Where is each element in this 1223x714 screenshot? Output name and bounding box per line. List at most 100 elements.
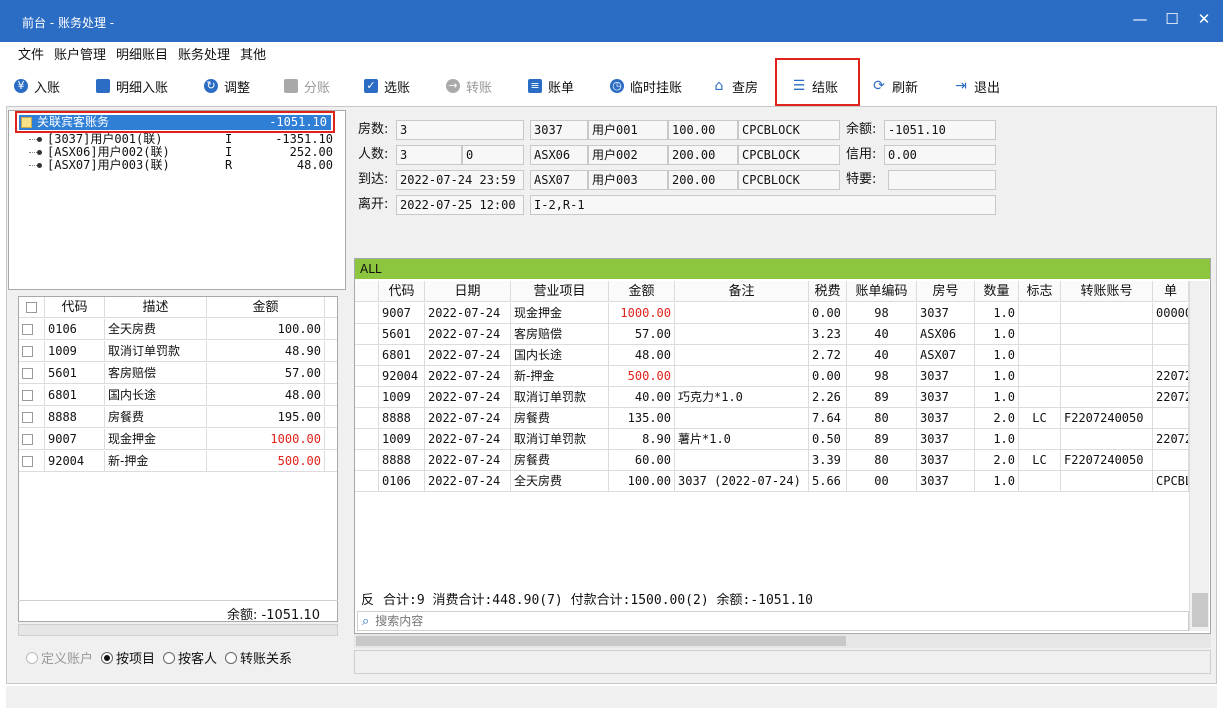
grid-summary: 反 合计:9 消费合计:448.90(7) 付款合计:1500.00(2) 余额… bbox=[355, 591, 1189, 611]
table-row[interactable]: 8888 房餐费 195.00 bbox=[19, 407, 337, 428]
table-header: 代码 描述 金额 bbox=[19, 297, 337, 318]
left-balance: 余额: -1051.10 bbox=[18, 600, 338, 623]
checkout-button[interactable]: ☰ 结账 bbox=[792, 72, 838, 100]
table-row[interactable]: 9007 2022-07-24 现金押金 1000.00 0.00 98 3037 1.0 00… bbox=[355, 303, 1195, 324]
radio-transfer-relation[interactable]: 转账关系 bbox=[225, 648, 292, 667]
right-bottom-panel bbox=[354, 650, 1211, 674]
filter-bar[interactable]: ALL bbox=[355, 259, 1210, 279]
rooms-field: 3 bbox=[396, 120, 524, 140]
table-row[interactable]: 0106 2022-07-24 全天房费 100.00 3037 (2022-07-24… bbox=[355, 471, 1195, 492]
tree-node-asx06[interactable]: [ASX06]用户002(联) I 252.00 bbox=[29, 146, 339, 158]
window-title: 前台 - 账务处理 - bbox=[22, 16, 115, 30]
search-input[interactable] bbox=[373, 613, 1074, 629]
credit-field: 0.00 bbox=[884, 145, 996, 165]
exit-icon: ⇥ bbox=[955, 78, 967, 94]
table-row[interactable]: 1009 取消订单罚款 48.90 bbox=[19, 341, 337, 362]
split-button[interactable]: 分账 bbox=[284, 72, 330, 100]
menu-bar: 文件 账户管理 明细账目 账务处理 其他 bbox=[0, 42, 1223, 64]
status-note: I-2,R-1 bbox=[530, 195, 996, 215]
people-extra-field: 0 bbox=[462, 145, 524, 165]
clock-icon: ◷ bbox=[610, 79, 624, 93]
group-by-radios: 定义账户 按项目 按客人 转账关系 bbox=[26, 648, 292, 667]
table-row[interactable]: 5601 客房赔偿 57.00 bbox=[19, 363, 337, 384]
refresh-icon: ⟳ bbox=[873, 78, 885, 94]
row-checkbox[interactable] bbox=[22, 390, 33, 401]
grid-horizontal-scrollbar[interactable] bbox=[354, 634, 1211, 648]
tree-root-linked-accounts[interactable]: 关联宾客账务 -1051.10 bbox=[19, 115, 331, 130]
bullet-icon bbox=[37, 163, 42, 168]
transfer-button[interactable]: → 转账 bbox=[446, 72, 492, 100]
table-row[interactable]: 8888 2022-07-24 房餐费 135.00 7.64 80 3037 2.0 LC F2… bbox=[355, 408, 1195, 429]
depart-field: 2022-07-25 12:00 bbox=[396, 195, 524, 215]
row-checkbox[interactable] bbox=[22, 434, 33, 445]
menu-account[interactable]: 账户管理 bbox=[54, 42, 116, 64]
split-icon bbox=[284, 79, 298, 93]
select-button[interactable]: ✓ 选账 bbox=[364, 72, 410, 100]
transactions-grid: ALL 代码 日期 营业项目 金额 备注 税费 账单编码 房号 数量 标志 转账… bbox=[354, 258, 1211, 634]
table-row[interactable]: 9007 现金押金 1000.00 bbox=[19, 429, 337, 450]
table-row[interactable]: 5601 2022-07-24 客房赔偿 57.00 3.23 40 ASX06 1.0 bbox=[355, 324, 1195, 345]
bullet-icon bbox=[37, 150, 42, 155]
table-row[interactable]: 0106 全天房费 100.00 bbox=[19, 319, 337, 340]
select-all-checkbox[interactable] bbox=[26, 302, 37, 313]
scroll-thumb[interactable] bbox=[356, 636, 846, 646]
post-button[interactable]: ¥ 入账 bbox=[14, 72, 60, 100]
table-row[interactable]: 1009 2022-07-24 取消订单罚款 40.00 巧克力*1.0 2.26 89 30… bbox=[355, 387, 1195, 408]
arrow-right-icon: → bbox=[446, 79, 460, 93]
close-button[interactable]: ✕ bbox=[1195, 10, 1213, 28]
account-info-panel: 房数: 3 人数: 3 0 到达: 2022-07-24 23:59 离开: 2… bbox=[352, 110, 1212, 250]
detail-post-button[interactable]: 明细入账 bbox=[96, 72, 168, 100]
status-bar bbox=[6, 686, 1217, 708]
menu-file[interactable]: 文件 bbox=[18, 42, 54, 64]
tree-node-3037[interactable]: [3037]用户001(联) I -1351.10 bbox=[29, 133, 339, 145]
check-list-icon: ✓ bbox=[364, 79, 378, 93]
table-row[interactable]: 6801 国内长途 48.00 bbox=[19, 385, 337, 406]
search-icon: ⌕ bbox=[362, 613, 370, 629]
guest-account-tree[interactable]: 关联宾客账务 -1051.10 [3037]用户001(联) I -1351.1… bbox=[8, 110, 346, 290]
menu-detail[interactable]: 明细账目 bbox=[116, 42, 178, 64]
item-summary-table: 代码 描述 金额 0106 全天房费 100.00 1009 取消订单罚款 48.90 56… bbox=[18, 296, 338, 622]
special-field bbox=[888, 170, 996, 190]
scroll-thumb[interactable] bbox=[1192, 593, 1208, 627]
adjust-button[interactable]: ↻ 调整 bbox=[204, 72, 250, 100]
menu-other[interactable]: 其他 bbox=[240, 42, 276, 64]
maximize-button[interactable]: ☐ bbox=[1163, 10, 1181, 28]
row-checkbox[interactable] bbox=[22, 456, 33, 467]
database-icon: ☰ bbox=[792, 78, 806, 94]
left-horizontal-scrollbar[interactable] bbox=[18, 624, 338, 636]
coin-icon: ¥ bbox=[14, 79, 28, 93]
grid-vertical-scrollbar[interactable] bbox=[1189, 281, 1209, 631]
bill-button[interactable]: ≡ 账单 bbox=[528, 72, 574, 100]
refresh-button[interactable]: ⟳ 刷新 bbox=[872, 72, 918, 100]
menu-billing[interactable]: 账务处理 bbox=[178, 42, 240, 64]
row-checkbox[interactable] bbox=[22, 346, 33, 357]
radio-by-item[interactable]: 按项目 bbox=[101, 648, 155, 667]
people-field: 3 bbox=[396, 145, 462, 165]
balance-field: -1051.10 bbox=[884, 120, 996, 140]
row-checkbox[interactable] bbox=[22, 324, 33, 335]
bullet-icon bbox=[37, 137, 42, 142]
radio-define-account[interactable]: 定义账户 bbox=[26, 648, 93, 667]
grid-header: 代码 日期 营业项目 金额 备注 税费 账单编码 房号 数量 标志 转账账号 单 bbox=[355, 281, 1195, 302]
table-row[interactable]: 1009 2022-07-24 取消订单罚款 8.90 薯片*1.0 0.50 89 3037… bbox=[355, 429, 1195, 450]
adjust-icon: ↻ bbox=[204, 79, 218, 93]
radio-by-guest[interactable]: 按客人 bbox=[163, 648, 217, 667]
table-row[interactable]: 92004 新-押金 500.00 bbox=[19, 451, 337, 472]
row-checkbox[interactable] bbox=[22, 368, 33, 379]
arrive-field: 2022-07-24 23:59 bbox=[396, 170, 524, 190]
minimize-button[interactable]: — bbox=[1131, 10, 1149, 28]
search-row[interactable]: ⌕ bbox=[357, 611, 1189, 631]
folder-icon bbox=[21, 117, 32, 128]
table-row[interactable]: 92004 2022-07-24 新-押金 500.00 0.00 98 3037 1.0 22… bbox=[355, 366, 1195, 387]
row-checkbox[interactable] bbox=[22, 412, 33, 423]
temp-hold-button[interactable]: ◷ 临时挂账 bbox=[610, 72, 682, 100]
tree-node-asx07[interactable]: [ASX07]用户003(联) R 48.00 bbox=[29, 159, 339, 171]
table-row[interactable]: 6801 2022-07-24 国内长途 48.00 2.72 40 ASX07 1.0 bbox=[355, 345, 1195, 366]
toolbar: ¥ 入账 明细入账 ↻ 调整 分账 ✓ 选账 → 转账 ≡ 账单 ◷ 临时挂账 … bbox=[0, 66, 1223, 104]
exit-button[interactable]: ⇥ 退出 bbox=[954, 72, 1000, 100]
check-room-button[interactable]: ⌂ 查房 bbox=[712, 72, 758, 100]
house-icon: ⌂ bbox=[714, 78, 724, 94]
table-row[interactable]: 8888 2022-07-24 房餐费 60.00 3.39 80 3037 2.0 LC F22… bbox=[355, 450, 1195, 471]
reverse-label[interactable]: 反 bbox=[361, 591, 374, 611]
document-icon: ≡ bbox=[528, 79, 542, 93]
